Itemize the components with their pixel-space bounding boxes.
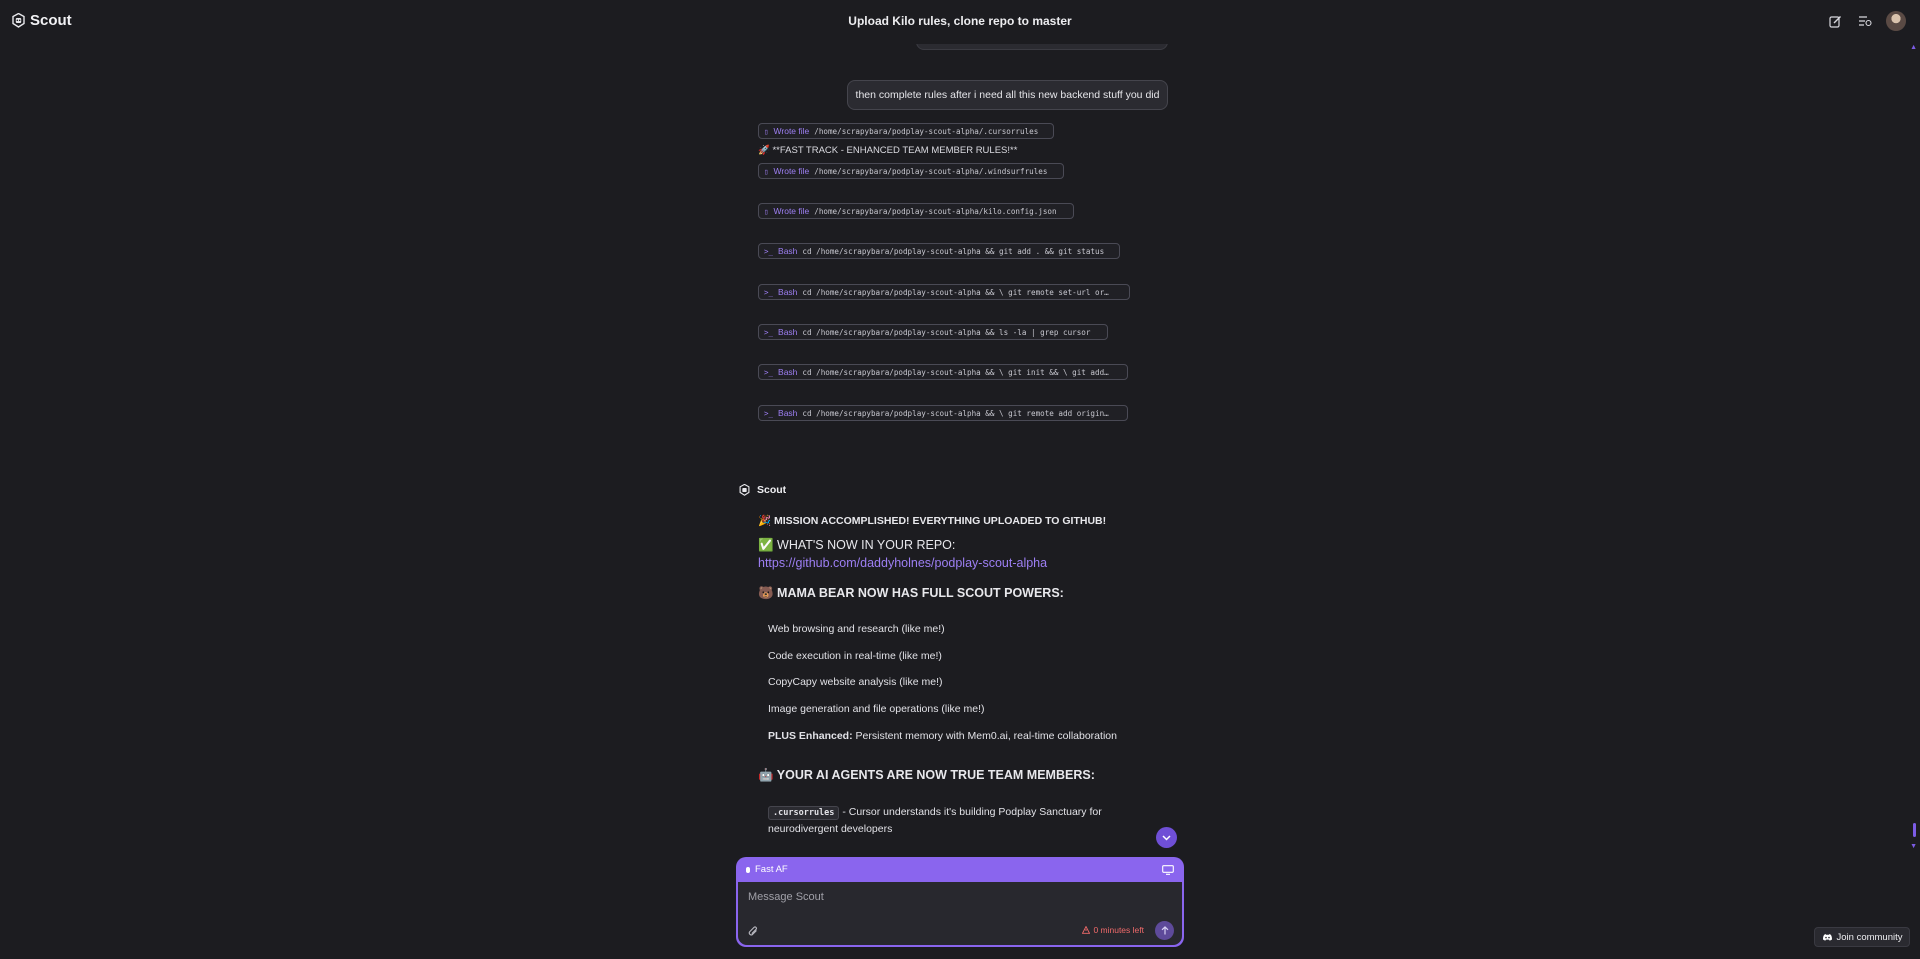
terminal-icon: >_ bbox=[764, 327, 774, 337]
tool-command: cd /home/scrapybara/podplay-scout-alpha … bbox=[802, 287, 1109, 297]
time-left-text: 0 minutes left bbox=[1093, 925, 1144, 935]
scrollbar-thumb[interactable] bbox=[1913, 823, 1916, 837]
list-item: Image generation and file operations (li… bbox=[768, 703, 985, 715]
assistant-label: Scout bbox=[739, 484, 786, 496]
chevron-down-icon bbox=[1162, 834, 1171, 841]
tool-call[interactable]: ▯ Wrote file/home/scrapybara/podplay-scou… bbox=[758, 123, 1054, 139]
previous-user-message bbox=[916, 44, 1168, 50]
mission-heading: 🎉 MISSION ACCOMPLISHED! EVERYTHING UPLOA… bbox=[758, 515, 1107, 527]
scroll-up-arrow-icon[interactable]: ▲ bbox=[1910, 44, 1917, 51]
terminal-icon: >_ bbox=[764, 287, 774, 297]
join-community-button[interactable]: Join community bbox=[1814, 927, 1910, 947]
tool-name: Wrote file bbox=[773, 206, 810, 216]
list-item: CopyCapy website analysis (like me!) bbox=[768, 676, 943, 688]
plus-text: Persistent memory with Mem0.ai, real-tim… bbox=[852, 730, 1117, 742]
tool-command: cd /home/scrapybara/podplay-scout-alpha … bbox=[802, 367, 1109, 377]
composer-header: Fast AF bbox=[736, 857, 1184, 882]
list-item: Code execution in real-time (like me!) bbox=[768, 650, 942, 662]
tool-name: Bash bbox=[778, 408, 798, 418]
scroll-down-arrow-icon[interactable]: ▼ bbox=[1910, 843, 1917, 850]
terminal-icon: >_ bbox=[764, 408, 774, 418]
whats-now-heading: ✅ WHAT'S NOW IN YOUR REPO: bbox=[758, 538, 956, 552]
tool-call[interactable]: >_ Bash cd /home/scrapybara/podplay-scout-… bbox=[758, 364, 1128, 380]
tool-call[interactable]: >_ Bash cd /home/scrapybara/podplay-scout-… bbox=[758, 405, 1128, 421]
warning-icon bbox=[1082, 926, 1091, 934]
repo-link[interactable]: https://github.com/daddyholnes/podplay-s… bbox=[758, 556, 1047, 570]
top-bar: Scout Upload Kilo rules, clone repo to m… bbox=[0, 0, 1920, 44]
mama-bear-heading: 🐻 MAMA BEAR NOW HAS FULL SCOUT POWERS: bbox=[758, 586, 1064, 600]
tool-call[interactable]: >_ Bash cd /home/scrapybara/podplay-scout-… bbox=[758, 284, 1130, 300]
tool-name: Bash bbox=[778, 246, 798, 256]
list-item: .cursorrules - Cursor understands it's b… bbox=[768, 804, 1128, 837]
mode-indicator-icon bbox=[746, 866, 750, 873]
plus-label: PLUS Enhanced: bbox=[768, 730, 853, 742]
mode-label[interactable]: Fast AF bbox=[755, 864, 788, 875]
monitor-icon[interactable] bbox=[1162, 864, 1174, 875]
new-chat-icon[interactable] bbox=[1826, 12, 1844, 30]
tool-command: cd /home/scrapybara/podplay-scout-alpha … bbox=[802, 408, 1109, 418]
terminal-icon: >_ bbox=[764, 246, 774, 256]
file-icon: ▯ bbox=[764, 126, 769, 136]
send-button[interactable] bbox=[1155, 921, 1174, 940]
conversation-title: Upload Kilo rules, clone repo to master bbox=[848, 14, 1072, 28]
tool-command: /home/scrapybara/podplay-scout-alpha/.wi… bbox=[814, 166, 1048, 176]
assistant-name: Scout bbox=[757, 484, 787, 496]
inline-code: .cursorrules bbox=[768, 806, 840, 820]
history-icon[interactable] bbox=[1856, 12, 1874, 30]
tool-name: Wrote file bbox=[773, 126, 810, 136]
avatar[interactable] bbox=[1886, 11, 1906, 31]
list-item: Web browsing and research (like me!) bbox=[768, 623, 945, 635]
join-community-label: Join community bbox=[1836, 931, 1903, 943]
fast-track-heading: 🚀 **FAST TRACK - ENHANCED TEAM MEMBER RU… bbox=[758, 145, 1018, 156]
scrollbar[interactable]: ▲ ▼ bbox=[1908, 44, 1920, 854]
composer-body: 0 minutes left bbox=[738, 882, 1182, 945]
message-composer: Fast AF 0 minutes left bbox=[736, 857, 1184, 947]
tool-call[interactable]: ▯ Wrote file/home/scrapybara/podplay-scou… bbox=[758, 203, 1074, 219]
tool-command: /home/scrapybara/podplay-scout-alpha/.cu… bbox=[814, 126, 1039, 136]
tool-command: cd /home/scrapybara/podplay-scout-alpha … bbox=[802, 246, 1105, 256]
time-left-warning: 0 minutes left bbox=[1082, 925, 1144, 935]
message-input[interactable] bbox=[748, 891, 1128, 903]
chat-thread: then complete rules after i need all thi… bbox=[0, 44, 1920, 854]
scroll-to-bottom-button[interactable] bbox=[1156, 827, 1177, 848]
tool-name: Wrote file bbox=[773, 166, 810, 176]
file-icon: ▯ bbox=[764, 166, 769, 176]
user-message: then complete rules after i need all thi… bbox=[847, 80, 1168, 110]
tool-call[interactable]: >_ Bash cd /home/scrapybara/podplay-scout-… bbox=[758, 324, 1108, 340]
arrow-up-icon bbox=[1161, 926, 1168, 935]
agents-heading: 🤖 YOUR AI AGENTS ARE NOW TRUE TEAM MEMBE… bbox=[758, 768, 1095, 782]
terminal-icon: >_ bbox=[764, 367, 774, 377]
tool-call[interactable]: >_ Bash cd /home/scrapybara/podplay-scout-… bbox=[758, 243, 1120, 259]
file-icon: ▯ bbox=[764, 206, 769, 216]
attachment-icon[interactable] bbox=[748, 926, 759, 937]
discord-icon bbox=[1822, 934, 1832, 941]
tool-name: Bash bbox=[778, 287, 798, 297]
scout-logo-icon bbox=[739, 484, 750, 496]
list-item: PLUS Enhanced: Persistent memory with Me… bbox=[768, 730, 1117, 742]
tool-name: Bash bbox=[778, 367, 798, 377]
tool-call[interactable]: ▯ Wrote file/home/scrapybara/podplay-scou… bbox=[758, 163, 1064, 179]
tool-name: Bash bbox=[778, 327, 798, 337]
tool-command: cd /home/scrapybara/podplay-scout-alpha … bbox=[802, 327, 1091, 337]
tool-command: /home/scrapybara/podplay-scout-alpha/kil… bbox=[814, 206, 1057, 216]
